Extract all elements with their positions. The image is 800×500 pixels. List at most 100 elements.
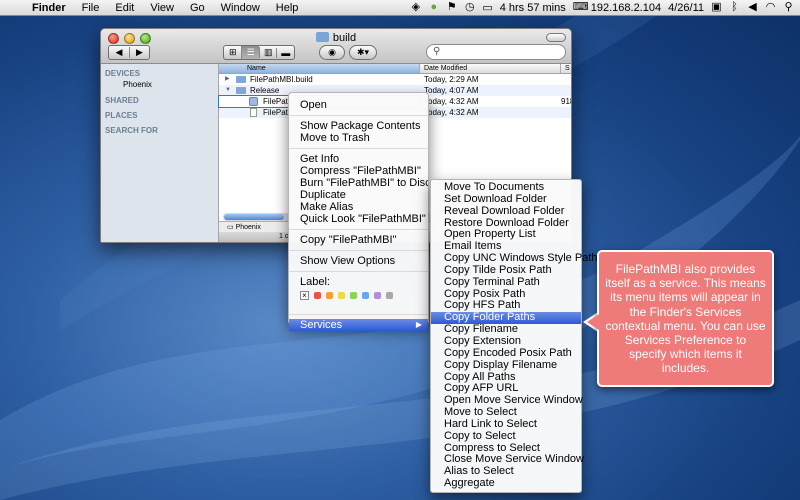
sidebar-header-shared[interactable]: SHARED: [101, 91, 218, 106]
label-color-blue[interactable]: [362, 291, 369, 299]
menu-item-make-alias[interactable]: Make Alias: [289, 201, 428, 213]
search-icon: ⚲: [433, 46, 441, 57]
bluetooth-icon[interactable]: ᛒ: [729, 2, 740, 13]
battery-icon[interactable]: ▭: [482, 1, 492, 14]
ip-address[interactable]: 192.168.2.104: [591, 2, 661, 14]
toolbar-toggle-button[interactable]: [546, 33, 566, 42]
sidebar-header-places[interactable]: PLACES: [101, 106, 218, 121]
services-item-set-download-folder[interactable]: Set Download Folder: [431, 193, 581, 206]
menu-separator: [289, 250, 428, 251]
menu-item-show-package-contents[interactable]: Show Package Contents: [289, 120, 428, 132]
context-menu: Open Show Package Contents Move to Trash…: [288, 92, 429, 331]
menu-app-finder[interactable]: Finder: [24, 2, 74, 14]
dropbox-icon[interactable]: ◈: [410, 2, 421, 13]
label-colors: ×: [289, 289, 428, 301]
table-row[interactable]: ▶ FilePathMBI.build Today, 2:29 AM: [219, 74, 571, 85]
services-submenu: Move To Documents Set Download Folder Reve…: [430, 179, 597, 493]
action-menu-button[interactable]: ✱▾: [349, 45, 377, 60]
services-item-copy-to-select[interactable]: Copy to Select: [431, 430, 581, 443]
label-color-orange[interactable]: [326, 291, 333, 299]
flag-icon[interactable]: ⚑: [446, 2, 457, 13]
menu-separator: [289, 314, 428, 315]
menu-edit[interactable]: Edit: [107, 2, 142, 14]
gear-icon: ✱▾: [356, 47, 370, 57]
icon-view-icon[interactable]: ⊞: [224, 47, 241, 58]
folder-icon: [315, 32, 329, 42]
window-toolbar: build ◀ ▶ ⊞ ☰ ▥ ▬ ◉ ✱▾ ⚲: [101, 29, 571, 64]
volume-icon[interactable]: ◀: [747, 2, 758, 13]
time-machine-icon[interactable]: ◷: [464, 2, 475, 13]
menu-item-copy[interactable]: Copy "FilePathMBI": [289, 234, 428, 246]
services-item-aggregate[interactable]: Aggregate: [431, 477, 581, 490]
battery-status[interactable]: 4 hrs 57 mins: [500, 2, 566, 14]
label-color-green[interactable]: [350, 291, 357, 299]
folder-icon: [236, 76, 246, 83]
menu-item-duplicate[interactable]: Duplicate: [289, 189, 428, 201]
menu-item-move-to-trash[interactable]: Move to Trash: [289, 132, 428, 144]
disclosure-triangle-open-icon[interactable]: ▼: [225, 85, 231, 96]
column-view-icon[interactable]: ▥: [258, 47, 277, 58]
view-switcher: ⊞ ☰ ▥ ▬: [223, 45, 295, 60]
list-view-icon[interactable]: ☰: [241, 46, 259, 59]
column-headers: Name Date Modified S: [219, 64, 571, 74]
back-arrow-icon[interactable]: ◀: [109, 47, 129, 58]
sidebar-header-search[interactable]: SEARCH FOR: [101, 121, 218, 136]
menu-separator: [289, 229, 428, 230]
menu-window[interactable]: Window: [213, 2, 268, 14]
label-color-purple[interactable]: [374, 291, 381, 299]
sidebar-item-phoenix[interactable]: Phoenix: [101, 79, 218, 91]
display-icon[interactable]: ▣: [711, 2, 722, 13]
keyboard-icon[interactable]: ⌨: [573, 2, 589, 13]
menu-go[interactable]: Go: [182, 2, 213, 14]
app-icon: [249, 97, 258, 106]
column-header-size[interactable]: S: [561, 64, 570, 73]
wifi-icon[interactable]: ◠: [765, 2, 776, 13]
nav-buttons: ◀ ▶: [108, 45, 150, 60]
menu-item-show-view-options[interactable]: Show View Options: [289, 255, 428, 267]
search-input[interactable]: ⚲: [426, 44, 566, 60]
document-icon: [250, 108, 257, 117]
services-item-hard-link-to-select[interactable]: Hard Link to Select: [431, 418, 581, 431]
menu-separator: [289, 115, 428, 116]
services-item-reveal-download-folder[interactable]: Reveal Download Folder: [431, 205, 581, 218]
services-item-copy-display-filename[interactable]: Copy Display Filename: [431, 359, 581, 372]
services-item-copy-tilde-posix-path[interactable]: Copy Tilde Posix Path: [431, 264, 581, 277]
menu-separator: [289, 148, 428, 149]
disclosure-triangle-icon[interactable]: ▶: [225, 74, 230, 85]
menu-item-compress[interactable]: Compress "FilePathMBI": [289, 165, 428, 177]
menu-help[interactable]: Help: [268, 2, 307, 14]
services-item-copy-terminal-path[interactable]: Copy Terminal Path: [431, 276, 581, 289]
sidebar-header-devices[interactable]: DEVICES: [101, 64, 218, 79]
sidebar: DEVICES Phoenix SHARED PLACES SEARCH FOR: [101, 64, 219, 242]
cover-flow-icon[interactable]: ▬: [276, 47, 294, 58]
label-color-red[interactable]: [314, 291, 321, 299]
menu-item-open[interactable]: Open: [289, 99, 428, 111]
menu-item-get-info[interactable]: Get Info: [289, 153, 428, 165]
menu-file[interactable]: File: [74, 2, 108, 14]
forward-arrow-icon[interactable]: ▶: [128, 47, 149, 58]
eye-icon: ◉: [328, 47, 336, 57]
submenu-arrow-icon: ▶: [415, 320, 422, 329]
column-header-name[interactable]: Name: [219, 64, 420, 73]
label-color-yellow[interactable]: [338, 291, 345, 299]
clock-date[interactable]: 4/26/11: [668, 2, 704, 14]
column-header-date[interactable]: Date Modified: [420, 64, 561, 73]
services-item-copy-encoded-posix-path[interactable]: Copy Encoded Posix Path: [431, 347, 581, 360]
menu-bar: Finder File Edit View Go Window Help ◈ ●…: [0, 0, 800, 16]
menu-item-burn[interactable]: Burn "FilePathMBI" to Disc...: [289, 177, 428, 189]
menu-item-services[interactable]: Services ▶: [289, 319, 428, 331]
menu-view[interactable]: View: [142, 2, 182, 14]
label-color-gray[interactable]: [386, 291, 393, 299]
quick-look-button[interactable]: ◉: [319, 45, 345, 60]
callout-pointer-fill: [587, 314, 599, 330]
menu-separator: [289, 271, 428, 272]
folder-icon: [236, 87, 246, 94]
path-item-phoenix[interactable]: Phoenix: [236, 224, 261, 231]
label-none-icon[interactable]: ×: [300, 290, 309, 300]
disk-icon: ▭: [227, 224, 234, 231]
menu-item-quick-look[interactable]: Quick Look "FilePathMBI": [289, 213, 428, 225]
scroll-thumb[interactable]: [224, 214, 284, 220]
info-callout: FilePathMBI also provides itself as a se…: [597, 250, 774, 387]
spotlight-icon[interactable]: ⚲: [783, 2, 794, 13]
android-icon[interactable]: ●: [428, 2, 439, 13]
